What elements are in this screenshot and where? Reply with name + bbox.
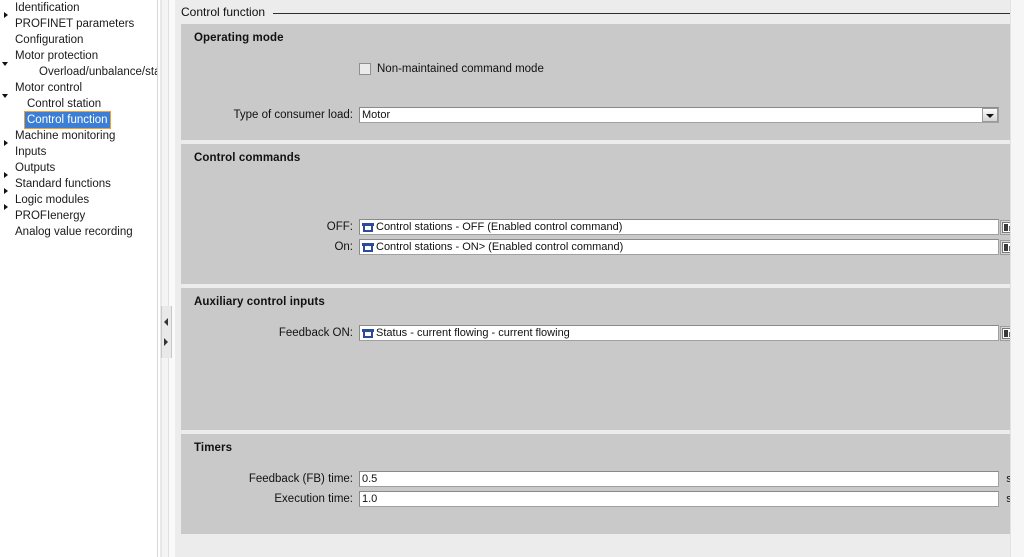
non-maintained-command-mode-label: Non-maintained command mode [377,63,544,75]
consumer-load-label: Type of consumer load: [233,109,353,121]
sidebar-item-label: Control station [27,98,102,110]
navigation-tree: Identification PROFINET parameters Configu… [0,0,158,240]
splitter-collapse-left-icon[interactable] [164,318,168,326]
page-title: Control function [181,5,266,19]
chevron-down-icon[interactable] [982,108,998,122]
navigation-tree-pane: Identification PROFINET parameters Configu… [0,0,158,557]
plc-tag-icon [362,328,375,339]
section-auxiliary-control-inputs: Auxiliary control inputs Feedback ON: St… [181,288,1015,430]
non-maintained-command-mode-row: Non-maintained command mode [181,60,1010,78]
off-command-row: OFF: Control stations - OFF (Enabled con… [181,218,1015,236]
sidebar-item-inputs[interactable]: Inputs [0,144,158,160]
sidebar-item-machine-monitoring[interactable]: Machine monitoring [0,128,158,146]
sidebar-item-label: Analog value recording [15,226,133,238]
content-scroll-gutter[interactable] [1010,0,1024,557]
off-command-label: OFF: [326,221,353,233]
section-body-auxiliary-control-inputs: Feedback ON: Status - current flowing - … [181,308,1015,342]
on-command-label: On: [334,241,353,253]
sidebar-item-label: PROFINET parameters [15,18,135,30]
feedback-on-field[interactable]: Status - current flowing - current flowi… [359,325,999,341]
sidebar-item-label: Machine monitoring [15,130,116,142]
feedback-time-input[interactable]: 0.5 [359,471,999,487]
consumer-load-combo[interactable]: Motor [359,107,999,123]
sidebar-item-label: Outputs [15,162,56,174]
page-header: Control function [175,0,1024,24]
off-command-value: Control stations - OFF (Enabled control … [376,221,623,233]
sidebar-item-motor-protection[interactable]: Motor protection [0,48,158,66]
control-function-page: Identification PROFINET parameters Configu… [0,0,1024,557]
sections-container: Operating mode Non-maintained command mo… [175,24,1024,534]
sidebar-item-logic-modules[interactable]: Logic modules [0,192,158,210]
plc-tag-icon [362,242,375,253]
content-pane: Control function Operating mode Non-main… [175,0,1024,557]
section-title-control-commands: Control commands [194,152,301,164]
on-command-field[interactable]: Control stations - ON> (Enabled control … [359,239,999,255]
sidebar-item-label: PROFIenergy [15,210,86,222]
sidebar-item-label: Motor control [15,82,83,94]
execution-time-label: Execution time: [274,493,353,505]
section-control-commands: Control commands OFF: Control stations -… [181,144,1015,284]
sidebar-item-configuration[interactable]: Configuration [0,32,158,48]
sidebar-item-standard-functions[interactable]: Standard functions [0,176,158,194]
splitter-expand-right-icon[interactable] [164,338,168,346]
plc-tag-icon [362,222,375,233]
sidebar-item-control-station[interactable]: Control station [0,96,158,112]
section-title-operating-mode: Operating mode [194,32,284,44]
page-title-rule [273,12,1010,14]
consumer-load-row: Type of consumer load: Motor [181,106,1010,124]
non-maintained-command-mode-checkbox[interactable] [359,63,371,75]
sidebar-item-profinet-parameters[interactable]: PROFINET parameters [0,16,158,32]
sidebar-item-label: Motor protection [15,50,99,62]
section-operating-mode: Operating mode Non-maintained command mo… [181,24,1010,140]
section-timers: Timers Feedback (FB) time: 0.5 s Executi… [181,434,1012,534]
consumer-load-value[interactable]: Motor [359,107,999,123]
sidebar-item-motor-control[interactable]: Motor control [0,80,158,98]
feedback-time-label: Feedback (FB) time: [248,473,353,485]
feedback-on-row: Feedback ON: Status - current flowing - … [181,324,1015,342]
splitter-handle[interactable] [161,306,172,358]
sidebar-item-label: Identification [15,2,80,14]
sidebar-item-label: Logic modules [15,194,90,206]
sidebar-item-analog-value-recording[interactable]: Analog value recording [0,224,158,240]
sidebar-item-overload-unbalance-stall[interactable]: Overload/unbalance/stall... [0,64,158,80]
section-body-control-commands: OFF: Control stations - OFF (Enabled con… [181,164,1015,256]
sidebar-item-label: Control function [24,111,111,129]
feedback-on-value: Status - current flowing - current flowi… [376,327,570,339]
on-command-row: On: Control stations - ON> (Enabled cont… [181,238,1015,256]
sidebar-item-label: Standard functions [15,178,111,190]
section-body-operating-mode: Non-maintained command mode Type of cons… [181,44,1010,124]
execution-time-row: Execution time: 1.0 s [181,490,1012,508]
sidebar-item-label: Overload/unbalance/stall... [39,66,158,78]
pane-splitter[interactable] [158,0,175,557]
sidebar-item-label: Inputs [15,146,47,158]
feedback-on-label: Feedback ON: [278,327,353,339]
section-title-timers: Timers [194,442,233,454]
sidebar-item-profienergy[interactable]: PROFIenergy [0,208,158,224]
sidebar-item-identification[interactable]: Identification [0,0,158,18]
section-title-auxiliary-control-inputs: Auxiliary control inputs [194,296,325,308]
feedback-time-row: Feedback (FB) time: 0.5 s [181,470,1012,488]
off-command-field[interactable]: Control stations - OFF (Enabled control … [359,219,999,235]
sidebar-item-control-function[interactable]: Control function [0,111,158,129]
execution-time-input[interactable]: 1.0 [359,491,999,507]
on-command-value: Control stations - ON> (Enabled control … [376,241,624,253]
sidebar-item-label: Configuration [15,34,84,46]
sidebar-item-outputs[interactable]: Outputs [0,160,158,178]
section-body-timers: Feedback (FB) time: 0.5 s Execution time… [181,454,1012,508]
